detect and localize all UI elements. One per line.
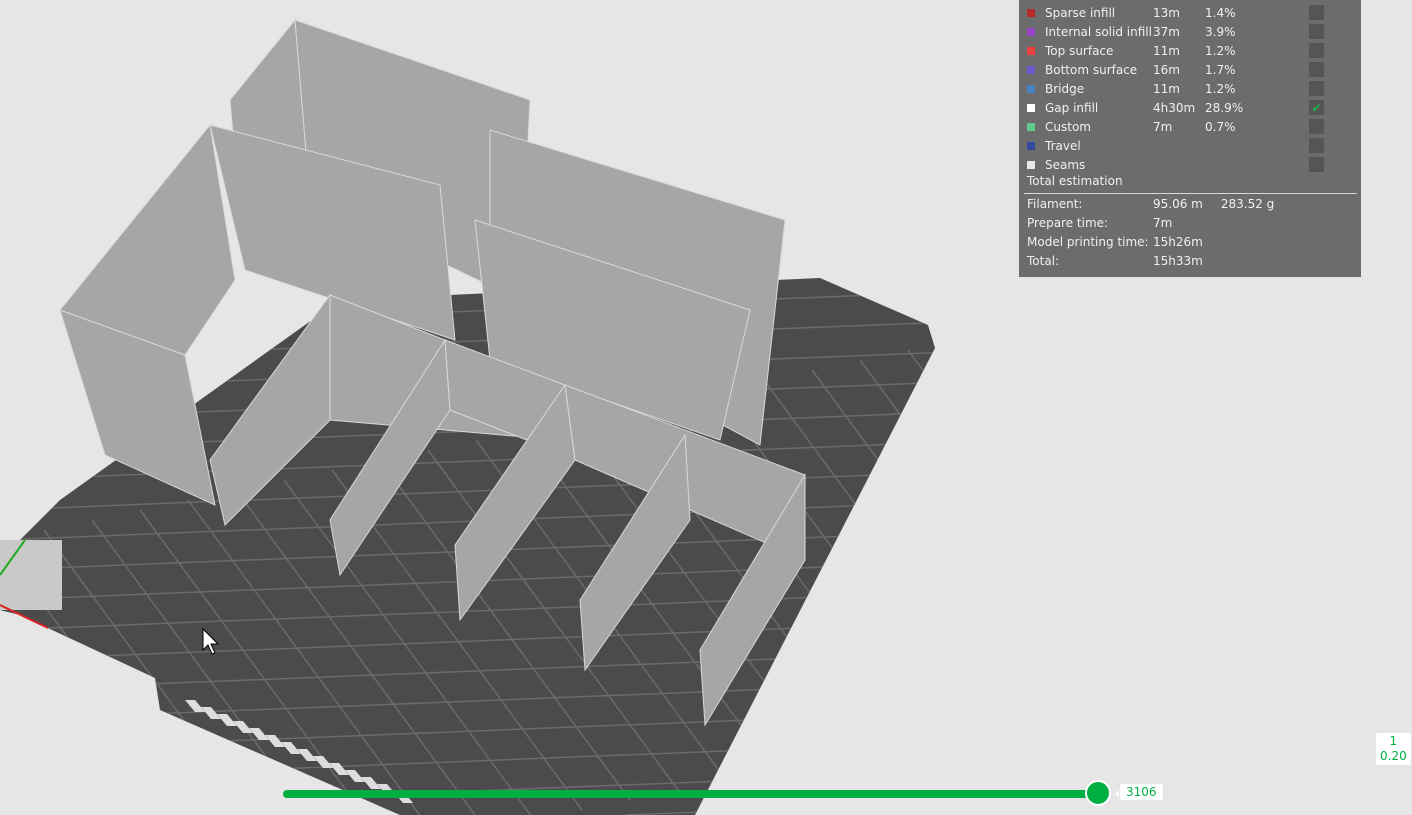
prepare-time-value: 7m (1153, 216, 1173, 230)
color-swatch (1027, 84, 1035, 93)
layer-move-slider-track[interactable] (283, 790, 1098, 798)
legend-item-name: Bottom surface (1045, 62, 1138, 77)
grid-line (859, 359, 935, 701)
legend-item-percent: 0.7% (1205, 119, 1236, 134)
filament-row: Filament: 95.06 m 283.52 g (1027, 197, 1274, 211)
grid-line (0, 695, 89, 815)
visibility-checkbox[interactable] (1309, 24, 1324, 39)
prepare-time-row: Prepare time: 7m (1027, 216, 1172, 230)
color-swatch (1027, 122, 1035, 131)
color-swatch (1027, 141, 1035, 150)
legend-item: Internal solid infill 37m 3.9% (1027, 22, 1353, 41)
legend-item-time: 37m (1153, 24, 1180, 39)
legend-item: Bottom surface 16m 1.7% (1027, 60, 1353, 79)
legend-item: Gap infill 4h30m 28.9% ✔ (1027, 98, 1353, 117)
legend-item-name: Travel (1045, 138, 1081, 153)
move-value-label: 3106 (1115, 784, 1163, 800)
visibility-checkbox[interactable] (1309, 157, 1324, 172)
legend-item: Bridge 11m 1.2% (1027, 79, 1353, 98)
legend-item-time: 4h30m (1153, 100, 1196, 115)
legend-item-time: 11m (1153, 81, 1180, 96)
visibility-checkbox[interactable] (1309, 119, 1324, 134)
layer-number: 1 (1389, 734, 1398, 748)
legend-item-name: Bridge (1045, 81, 1085, 96)
divider (1024, 193, 1357, 194)
total-time-value: 15h33m (1153, 254, 1203, 268)
grid-line (1292, 270, 1412, 433)
visibility-checkbox[interactable] (1309, 138, 1324, 153)
layer-height: 0.20 (1380, 749, 1407, 763)
grid-line (1100, 310, 1350, 650)
legend-item: Seams (1027, 155, 1353, 174)
plate-origin-pad (0, 540, 62, 610)
legend-item-time: 11m (1153, 43, 1180, 58)
legend-item-time: 13m (1153, 5, 1180, 20)
model-time-value: 15h26m (1153, 235, 1203, 249)
legend-item: Sparse infill 13m 1.4% (1027, 3, 1353, 22)
grid-line (956, 340, 1206, 680)
grid-line (1052, 320, 1302, 660)
color-swatch (1027, 8, 1035, 17)
grid-line (1196, 290, 1412, 584)
legend-item-name: Custom (1045, 119, 1091, 134)
grid-line (1244, 280, 1412, 508)
visibility-checkbox[interactable]: ✔ (1309, 100, 1324, 115)
visibility-checkbox[interactable] (1309, 62, 1324, 77)
grid-line (811, 369, 935, 711)
legend-item: Top surface 11m 1.2% (1027, 41, 1353, 60)
grid-line (907, 349, 935, 691)
grid-line (1004, 330, 1254, 670)
model-time-row: Model printing time: 15h26m (1027, 235, 1203, 249)
color-swatch (1027, 160, 1035, 169)
grid-line (1148, 300, 1398, 640)
filament-label: Filament: (1027, 197, 1083, 211)
total-time-label: Total: (1027, 254, 1060, 268)
legend-item-percent: 1.2% (1205, 43, 1236, 58)
visibility-checkbox[interactable] (1309, 81, 1324, 96)
legend-item-name: Top surface (1045, 43, 1114, 58)
legend-item-name: Internal solid infill (1045, 24, 1152, 39)
layer-move-slider-thumb[interactable] (1085, 780, 1111, 806)
legend-item-percent: 1.7% (1205, 62, 1236, 77)
color-swatch (1027, 65, 1035, 74)
color-swatch (1027, 103, 1035, 112)
filament-length: 95.06 m (1153, 197, 1203, 211)
legend-item-percent: 1.4% (1205, 5, 1236, 20)
legend-item-percent: 1.2% (1205, 81, 1236, 96)
color-swatch (1027, 27, 1035, 36)
visibility-checkbox[interactable] (1309, 5, 1324, 20)
legend-item-percent: 28.9% (1205, 100, 1244, 115)
legend-item: Custom 7m 0.7% (1027, 117, 1353, 136)
legend-item-percent: 3.9% (1205, 24, 1236, 39)
prepare-time-label: Prepare time: (1027, 216, 1109, 230)
legend-item-name: Gap infill (1045, 100, 1099, 115)
model-time-label: Model printing time: (1027, 235, 1149, 249)
legend-item-time: 7m (1153, 119, 1173, 134)
layer-info-label: 1 0.20 (1376, 733, 1411, 765)
legend-item-name: Seams (1045, 157, 1086, 172)
total-time-row: Total: 15h33m (1027, 254, 1203, 268)
filament-weight: 283.52 g (1220, 197, 1275, 211)
color-swatch (1027, 46, 1035, 55)
visibility-checkbox[interactable] (1309, 43, 1324, 58)
mouse-cursor-icon (202, 628, 220, 655)
legend-panel: Total estimation Filament: 95.06 m 283.52 … (1019, 0, 1361, 277)
legend-item: Travel (1027, 136, 1353, 155)
total-estimation-title: Total estimation (1027, 174, 1123, 188)
legend-item-time: 16m (1153, 62, 1180, 77)
legend-item-name: Sparse infill (1045, 5, 1116, 20)
